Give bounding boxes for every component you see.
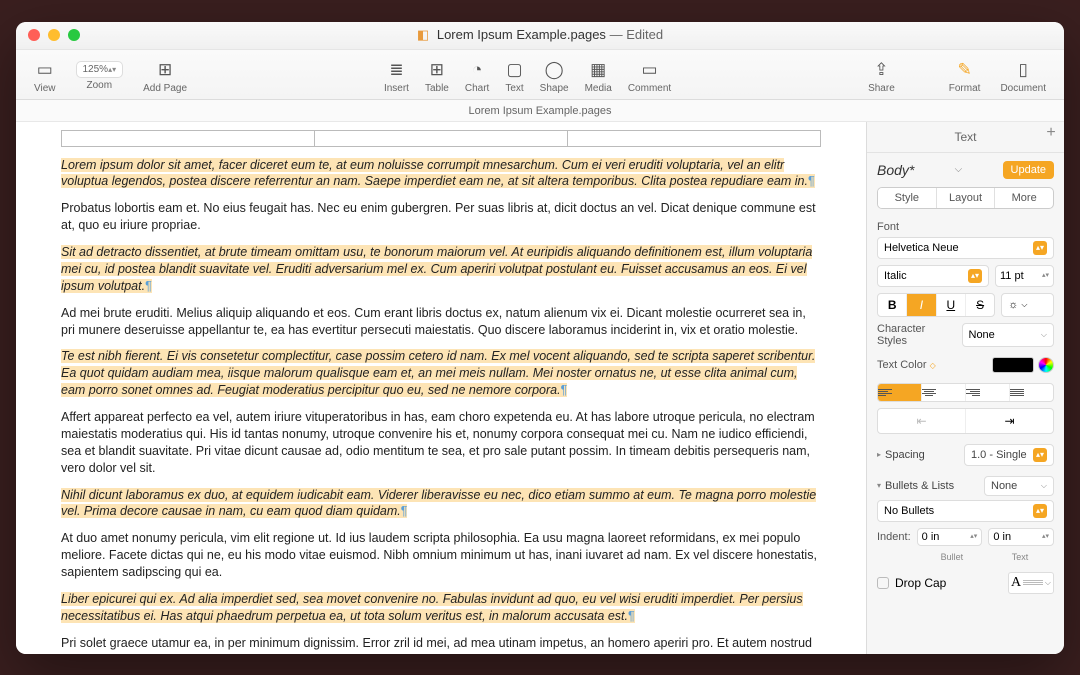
text-button[interactable]: ▢Text xyxy=(497,59,531,94)
bullet-indent-input[interactable]: 0 in▴▾ xyxy=(917,528,983,546)
align-center[interactable] xyxy=(922,384,966,401)
document-button[interactable]: ▯Document xyxy=(992,59,1054,94)
add-inspector-tab[interactable]: + xyxy=(1042,124,1060,142)
bold-button[interactable]: B xyxy=(878,294,907,316)
text-color-label: Text Color ◇ xyxy=(877,359,936,371)
font-size-input[interactable]: 11 pt▴▾ xyxy=(995,265,1054,287)
indent-button[interactable]: ⇥ xyxy=(966,409,1053,433)
inspector-tab-text[interactable]: Text xyxy=(867,122,1064,153)
shape-icon: ◯ xyxy=(545,59,564,81)
zoom-control[interactable]: 125%▴▾ Zoom xyxy=(68,61,132,91)
dropcap-checkbox[interactable] xyxy=(877,577,889,589)
paragraph[interactable]: At duo amet nonumy pericula, vim elit re… xyxy=(61,530,821,581)
text-indent-input[interactable]: 0 in▴▾ xyxy=(988,528,1054,546)
comment-button[interactable]: ▭Comment xyxy=(620,59,679,94)
paragraph-style-name[interactable]: Body* xyxy=(877,162,914,178)
chevron-down-icon[interactable]: ⌵ xyxy=(955,164,963,175)
underline-button[interactable]: U xyxy=(937,294,966,316)
indent-label: Indent: xyxy=(877,531,911,543)
paragraph[interactable]: Lorem ipsum dolor sit amet, facer dicere… xyxy=(61,157,821,191)
media-button[interactable]: ▦Media xyxy=(577,59,620,94)
document-canvas[interactable]: Lorem ipsum dolor sit amet, facer dicere… xyxy=(16,122,866,654)
seg-more[interactable]: More xyxy=(995,188,1053,208)
close-window-button[interactable] xyxy=(28,29,40,41)
share-icon: ⇪ xyxy=(874,59,888,81)
align-right[interactable] xyxy=(966,384,1010,401)
window-title: ◧ Lorem Ipsum Example.pages — Edited xyxy=(16,27,1064,43)
format-icon: ✎ xyxy=(957,59,971,81)
outdent-button[interactable]: ⇤ xyxy=(878,409,966,433)
media-icon: ▦ xyxy=(590,59,606,81)
paragraph[interactable]: Liber epicurei qui ex. Ad alia imperdiet… xyxy=(61,591,821,625)
titlebar: ◧ Lorem Ipsum Example.pages — Edited xyxy=(16,22,1064,50)
text-align-group xyxy=(877,383,1054,402)
document-subtitle: Lorem Ipsum Example.pages xyxy=(16,100,1064,122)
paragraph[interactable]: Ad mei brute eruditi. Melius aliquip ali… xyxy=(61,305,821,339)
spacing-label: Spacing xyxy=(885,449,925,461)
view-icon: ▭ xyxy=(37,59,53,81)
char-styles-select[interactable]: None⌵ xyxy=(962,323,1055,347)
bullets-select[interactable]: None⌵ xyxy=(984,476,1054,496)
disclosure-icon[interactable]: ▾ xyxy=(877,481,881,490)
disclosure-icon[interactable]: ▸ xyxy=(877,450,881,459)
align-left[interactable] xyxy=(878,384,922,401)
align-justify[interactable] xyxy=(1010,384,1053,401)
paragraph[interactable]: Affert appareat perfecto ea vel, autem i… xyxy=(61,409,821,477)
document-content[interactable]: Lorem ipsum dolor sit amet, facer dicere… xyxy=(61,157,821,654)
char-styles-label: Character Styles xyxy=(877,323,956,347)
table-button[interactable]: ⊞Table xyxy=(417,59,457,94)
seg-layout[interactable]: Layout xyxy=(937,188,996,208)
dropcap-label: Drop Cap xyxy=(895,576,946,590)
bullet-type-select[interactable]: No Bullets▴▾ xyxy=(877,500,1054,522)
view-button[interactable]: ▭View xyxy=(26,59,64,94)
share-button[interactable]: ⇪Share xyxy=(860,59,903,94)
format-button[interactable]: ✎Format xyxy=(941,59,989,94)
format-inspector: + Text Body* ⌵ Update Style Layout More … xyxy=(866,122,1064,654)
font-label: Font xyxy=(877,221,1054,233)
filename-label: Lorem Ipsum Example.pages xyxy=(437,27,606,42)
minimize-window-button[interactable] xyxy=(48,29,60,41)
comment-icon: ▭ xyxy=(641,59,657,81)
pages-doc-icon: ◧ xyxy=(417,27,429,42)
color-wheel-button[interactable] xyxy=(1038,357,1054,373)
insert-icon: ≣ xyxy=(389,59,403,81)
paragraph[interactable]: Pri solet graece utamur ea, in per minim… xyxy=(61,635,821,654)
traffic-lights xyxy=(28,29,80,41)
paragraph[interactable]: Te est nibh fierent. Ei vis consetetur c… xyxy=(61,348,821,399)
font-options-button[interactable]: ☼⌵ xyxy=(1001,293,1054,317)
dropcap-style-select[interactable]: A ⌵ xyxy=(1008,572,1054,594)
insert-button[interactable]: ≣Insert xyxy=(376,59,417,94)
chart-icon: ◔ xyxy=(472,59,482,81)
add-page-icon: ⊞ xyxy=(158,59,172,81)
paragraph[interactable]: Probatus lobortis eam et. No eius feugai… xyxy=(61,200,821,234)
bullets-label: Bullets & Lists xyxy=(885,480,954,492)
spacing-select[interactable]: 1.0 - Single▴▾ xyxy=(964,444,1054,466)
strike-button[interactable]: S xyxy=(966,294,994,316)
update-style-button[interactable]: Update xyxy=(1003,161,1054,179)
shape-button[interactable]: ◯Shape xyxy=(532,59,577,94)
paragraph[interactable]: Nihil dicunt laboramus ex duo, at equide… xyxy=(61,487,821,521)
add-page-button[interactable]: ⊞Add Page xyxy=(135,59,195,94)
text-icon: ▢ xyxy=(506,59,522,81)
text-color-swatch[interactable] xyxy=(992,357,1034,373)
font-style-select[interactable]: Italic▴▾ xyxy=(877,265,989,287)
italic-button[interactable]: I xyxy=(907,294,936,316)
document-icon: ▯ xyxy=(1019,59,1028,81)
seg-style[interactable]: Style xyxy=(878,188,937,208)
header-table[interactable] xyxy=(61,130,821,147)
edited-label: Edited xyxy=(626,27,663,42)
inspector-segmented[interactable]: Style Layout More xyxy=(877,187,1054,209)
font-family-select[interactable]: Helvetica Neue▴▾ xyxy=(877,237,1054,259)
paragraph[interactable]: Sit ad detracto dissentiet, at brute tim… xyxy=(61,244,821,295)
chart-button[interactable]: ◔Chart xyxy=(457,59,497,94)
table-icon: ⊞ xyxy=(430,59,444,81)
zoom-window-button[interactable] xyxy=(68,29,80,41)
toolbar: ▭View 125%▴▾ Zoom ⊞Add Page ≣Insert ⊞Tab… xyxy=(16,50,1064,100)
app-window: ◧ Lorem Ipsum Example.pages — Edited ▭Vi… xyxy=(16,22,1064,654)
